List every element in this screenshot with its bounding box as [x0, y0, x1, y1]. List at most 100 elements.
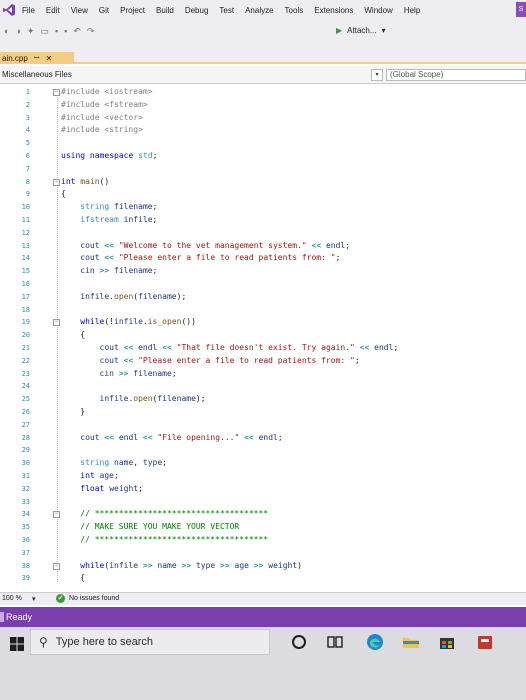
- open-folder-icon[interactable]: ▭: [40, 26, 49, 37]
- code-line[interactable]: string name, type;: [61, 458, 167, 467]
- line-number: 32: [21, 484, 30, 493]
- line-number: 3: [25, 113, 30, 122]
- line-number: 36: [21, 536, 30, 544]
- attach-dropdown-icon: ▾: [381, 26, 386, 35]
- code-line[interactable]: {: [61, 573, 85, 582]
- code-line[interactable]: string filename;: [61, 202, 157, 211]
- code-line[interactable]: #include <fstream>: [61, 100, 148, 109]
- issues-status[interactable]: No issues found: [69, 595, 119, 602]
- cortana-icon[interactable]: [290, 633, 308, 651]
- code-line[interactable]: ifstream infile;: [61, 215, 157, 224]
- zoom-level[interactable]: 100 %: [2, 595, 22, 602]
- code-line[interactable]: {: [61, 330, 85, 339]
- pin-icon[interactable]: ꟷ: [34, 54, 40, 63]
- code-line[interactable]: int age;: [61, 471, 119, 480]
- code-editor[interactable]: 1 2 3 4 5 6 7 8 9 10 11 12 13 14 15 16 17 18 19 20 21 22 23 24 2…: [0, 84, 526, 592]
- code-line[interactable]: using namespace std;: [61, 151, 157, 160]
- user-badge[interactable]: S: [516, 2, 526, 17]
- code-line[interactable]: while(infile >> name >> type >> age >> w…: [61, 561, 302, 570]
- fold-toggle-icon[interactable]: −: [53, 319, 60, 327]
- line-number: 38: [21, 561, 30, 570]
- pinned-app-icon[interactable]: [476, 633, 494, 651]
- windows-taskbar: ⚲ Type here to search: [0, 627, 526, 700]
- fold-toggle-icon[interactable]: −: [53, 511, 60, 519]
- menu-extensions[interactable]: Extensions: [314, 6, 353, 15]
- code-line[interactable]: float weight;: [61, 484, 143, 493]
- status-text: Ready: [6, 612, 33, 622]
- status-icon: [0, 612, 4, 622]
- redo-icon[interactable]: ↷: [87, 26, 95, 37]
- code-line[interactable]: cout << endl << "That file doesn't exist…: [61, 343, 399, 352]
- fold-toggle-icon[interactable]: −: [53, 562, 60, 570]
- code-line[interactable]: #include <vector>: [61, 113, 143, 122]
- chevron-down-icon[interactable]: ▾: [371, 69, 383, 81]
- line-number: 17: [21, 292, 30, 301]
- menu-analyze[interactable]: Analyze: [245, 6, 273, 15]
- code-line[interactable]: cout << "Welcome to the vet management s…: [61, 241, 350, 250]
- line-number: 31: [21, 472, 30, 480]
- code-line[interactable]: // MAKE SURE YOU MAKE YOUR VECTOR: [61, 522, 239, 531]
- code-line[interactable]: #include <string>: [61, 125, 143, 134]
- fold-toggle-icon[interactable]: −: [53, 178, 60, 186]
- menu-edit[interactable]: Edit: [46, 6, 60, 15]
- edge-browser-icon[interactable]: [366, 633, 384, 651]
- forward-icon[interactable]: ◑: [15, 26, 20, 36]
- line-number: 24: [21, 382, 30, 391]
- line-number: 25: [21, 395, 30, 404]
- code-line[interactable]: while(!infile.is_open()): [61, 317, 196, 326]
- line-number: 15: [21, 267, 30, 276]
- visual-studio-logo-icon[interactable]: [2, 3, 16, 17]
- code-line[interactable]: cin >> filename;: [61, 369, 177, 378]
- line-number: 30: [21, 459, 30, 468]
- new-item-icon[interactable]: ✦: [27, 26, 35, 37]
- menu-window[interactable]: Window: [364, 6, 392, 15]
- tab-main-cpp[interactable]: ain.cpp ꟷ ✕: [0, 52, 74, 64]
- file-explorer-icon[interactable]: [402, 633, 420, 651]
- menu-tools[interactable]: Tools: [285, 6, 304, 15]
- menu-bar: File Edit View Git Project Build Debug T…: [0, 0, 526, 20]
- menu-build[interactable]: Build: [156, 6, 174, 15]
- taskbar-search-box[interactable]: ⚲ Type here to search: [30, 629, 270, 655]
- code-line[interactable]: infile.open(filename);: [61, 292, 186, 301]
- code-line[interactable]: int main(): [61, 177, 109, 186]
- menu-git[interactable]: Git: [99, 6, 109, 15]
- code-line[interactable]: // ************************************: [61, 535, 268, 544]
- code-line[interactable]: {: [61, 189, 66, 198]
- chevron-down-icon[interactable]: ▾: [32, 595, 36, 603]
- line-number: 2: [25, 100, 30, 109]
- close-icon[interactable]: ✕: [46, 54, 53, 63]
- menu-test[interactable]: Test: [219, 6, 234, 15]
- menu-help[interactable]: Help: [404, 6, 420, 15]
- line-number: 14: [21, 254, 30, 263]
- menu-project[interactable]: Project: [120, 6, 145, 15]
- editor-status-strip: 100 % ▾ ✔ No issues found: [0, 592, 526, 605]
- code-line[interactable]: // ************************************: [61, 509, 268, 518]
- line-number: 8: [25, 177, 30, 186]
- undo-icon[interactable]: ↶: [73, 26, 81, 37]
- save-icon[interactable]: ▪: [55, 26, 58, 36]
- windows-start-icon[interactable]: [10, 637, 24, 651]
- menu-file[interactable]: File: [22, 6, 35, 15]
- scope-selector[interactable]: (Global Scope): [386, 69, 526, 81]
- fold-toggle-icon[interactable]: −: [53, 89, 60, 96]
- back-icon[interactable]: ◐: [4, 26, 9, 36]
- code-line[interactable]: cout << "Please enter a file to read pat…: [61, 356, 360, 365]
- code-line[interactable]: cout << endl << "File opening..." << end…: [61, 433, 282, 442]
- menu-debug[interactable]: Debug: [185, 6, 209, 15]
- line-number: 9: [25, 190, 30, 199]
- line-number: 34: [21, 510, 30, 519]
- save-all-icon[interactable]: ▪: [64, 26, 67, 36]
- code-line[interactable]: #include <iostream>: [61, 87, 153, 96]
- code-line[interactable]: cin >> filename;: [61, 266, 157, 275]
- line-number: 7: [25, 164, 30, 173]
- code-line[interactable]: cout << "Please enter a file to read pat…: [61, 253, 340, 262]
- task-view-icon[interactable]: [326, 633, 344, 651]
- menu-view[interactable]: View: [71, 6, 88, 15]
- fold-guide: [57, 92, 58, 582]
- code-line[interactable]: infile.open(filename);: [61, 394, 206, 403]
- attach-button[interactable]: ▶ Attach... ▾: [336, 23, 386, 38]
- project-selector[interactable]: Miscellaneous Files: [2, 70, 72, 79]
- code-line[interactable]: }: [61, 407, 85, 416]
- line-number: 20: [21, 331, 30, 340]
- microsoft-store-icon[interactable]: [438, 633, 456, 651]
